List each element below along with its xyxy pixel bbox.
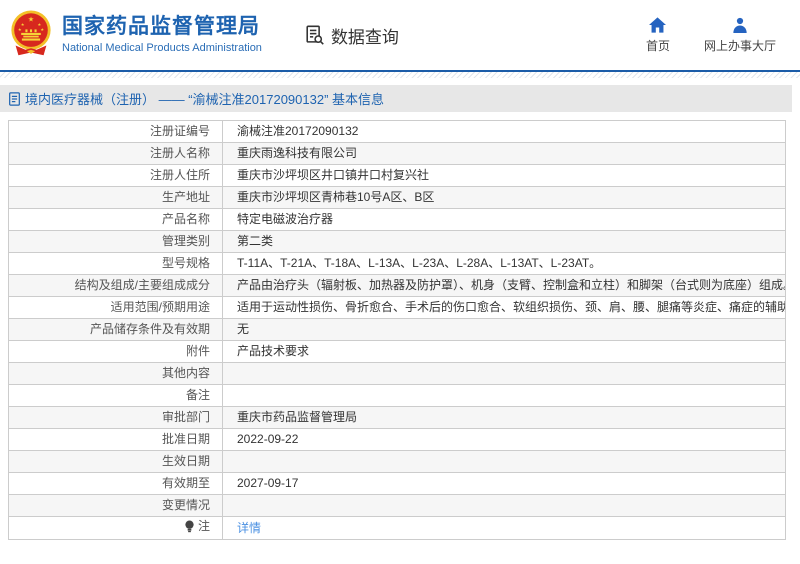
row-value: 重庆雨逸科技有限公司 bbox=[222, 142, 786, 165]
home-icon bbox=[649, 16, 667, 33]
breadcrumb-text: 境内医疗器械（注册） —— “渝械注准20172090132” 基本信息 bbox=[25, 92, 385, 107]
table-row: 有效期至 2027-09-17 bbox=[8, 472, 786, 495]
row-label: 产品名称 bbox=[8, 208, 223, 231]
site-title: 国家药品监督管理局 bbox=[62, 15, 260, 39]
table-row: 注册人名称 重庆雨逸科技有限公司 bbox=[8, 142, 786, 165]
row-value: 2022-09-22 bbox=[222, 428, 786, 451]
row-value-note: 详情 bbox=[222, 516, 786, 540]
row-label: 型号规格 bbox=[8, 252, 223, 275]
person-icon bbox=[733, 17, 747, 33]
table-row: 管理类别 第二类 bbox=[8, 230, 786, 253]
row-label-note: 注 bbox=[8, 516, 223, 540]
svg-text:★: ★ bbox=[28, 16, 34, 24]
table-row: 型号规格 T-11A、T-21A、T-18A、L-13A、L-23A、L-28A、… bbox=[8, 252, 786, 275]
document-search-icon bbox=[306, 25, 324, 45]
table-row: 生效日期 bbox=[8, 450, 786, 473]
row-value: 渝械注准20172090132 bbox=[222, 120, 786, 143]
row-value: T-11A、T-21A、T-18A、L-13A、L-23A、L-28A、L-13… bbox=[222, 252, 786, 275]
row-label: 结构及组成/主要组成成分 bbox=[8, 274, 223, 297]
table-row: 适用范围/预期用途 适用于运动性损伤、骨折愈合、手术后的伤口愈合、软组织损伤、颈、… bbox=[8, 296, 786, 319]
row-label: 生产地址 bbox=[8, 186, 223, 209]
nav-item-home[interactable]: 首页 bbox=[645, 16, 670, 54]
table-row: 产品储存条件及有效期无 bbox=[8, 318, 786, 341]
row-value: 产品技术要求 bbox=[222, 340, 786, 363]
table-row: 产品名称 特定电磁波治疗器 bbox=[8, 208, 786, 231]
table-row: 附件 产品技术要求 bbox=[8, 340, 786, 363]
row-label: 注册人名称 bbox=[8, 142, 223, 165]
table-row: 备注 bbox=[8, 384, 786, 407]
row-label: 备注 bbox=[8, 384, 223, 407]
table-row: 注册人住所 重庆市沙坪坝区井口镇井口村复兴社 bbox=[8, 164, 786, 187]
row-label: 注册证编号 bbox=[8, 120, 223, 143]
nav-item-service-hall[interactable]: 网上办事大厅 bbox=[704, 17, 776, 54]
breadcrumb: 境内医疗器械（注册） —— “渝械注准20172090132” 基本信息 bbox=[0, 85, 792, 112]
row-label: 适用范围/预期用途 bbox=[8, 296, 223, 319]
row-value: 重庆市沙坪坝区井口镇井口村复兴社 bbox=[222, 164, 786, 187]
row-label: 管理类别 bbox=[8, 230, 223, 253]
svg-text:★: ★ bbox=[18, 27, 22, 32]
row-label: 变更情况 bbox=[8, 494, 223, 517]
document-icon bbox=[9, 91, 20, 106]
row-label: 注册人住所 bbox=[8, 164, 223, 187]
row-label: 其他内容 bbox=[8, 362, 223, 385]
detail-link[interactable]: 详情 bbox=[237, 521, 261, 535]
nav-item-label: 首页 bbox=[645, 38, 670, 53]
row-value: 适用于运动性损伤、骨折愈合、手术后的伤口愈合、软组织损伤、颈、肩、腰、腿痛等炎症… bbox=[222, 296, 786, 319]
row-label: 有效期至 bbox=[8, 472, 223, 495]
row-label: 生效日期 bbox=[8, 450, 223, 473]
row-label: 批准日期 bbox=[8, 428, 223, 451]
svg-text:★: ★ bbox=[40, 27, 44, 32]
national-emblem-icon: ★ ★ ★ ★ ★ bbox=[11, 10, 51, 56]
lightbulb-icon bbox=[185, 520, 194, 533]
row-value: 无 bbox=[222, 318, 786, 341]
data-query-label: 数据查询 bbox=[330, 27, 399, 47]
row-value bbox=[222, 384, 786, 407]
row-value bbox=[222, 362, 786, 385]
table-row: 结构及组成/主要组成成分 产品由治疗头（辐射板、加热器及防护罩）、机身（支臂、控制… bbox=[8, 274, 786, 297]
header-nav: 首页 网上办事大厅 bbox=[645, 16, 786, 54]
row-value: 重庆市沙坪坝区青柿巷10号A区、B区 bbox=[222, 186, 786, 209]
row-value bbox=[222, 450, 786, 473]
row-value: 第二类 bbox=[222, 230, 786, 253]
row-value: 重庆市药品监督管理局 bbox=[222, 406, 786, 429]
row-value bbox=[222, 494, 786, 517]
row-label: 审批部门 bbox=[8, 406, 223, 429]
table-row: 批准日期 2022-09-22 bbox=[8, 428, 786, 451]
nmpa-logo: ★ ★ ★ ★ ★ 国家药品监督管理局 National Medical Pro… bbox=[10, 9, 262, 61]
row-label: 附件 bbox=[8, 340, 223, 363]
site-subtitle: National Medical Products Administration bbox=[62, 42, 262, 55]
data-query-tab[interactable]: 数据查询 bbox=[304, 23, 399, 48]
table-row: 注 详情 bbox=[8, 516, 786, 540]
table-row: 其他内容 bbox=[8, 362, 786, 385]
note-label: 注 bbox=[197, 519, 210, 533]
registration-info-table: 注册证编号 渝械注准20172090132 注册人名称 重庆雨逸科技有限公司 注册人… bbox=[8, 120, 786, 540]
row-value: 产品由治疗头（辐射板、加热器及防护罩）、机身（支臂、控制盒和立柱）和脚架（台式则… bbox=[222, 274, 786, 297]
nav-item-label: 网上办事大厅 bbox=[703, 38, 776, 53]
table-row: 注册证编号 渝械注准20172090132 bbox=[8, 120, 786, 143]
row-label: 产品储存条件及有效期 bbox=[8, 318, 223, 341]
row-value: 2027-09-17 bbox=[222, 472, 786, 495]
header-divider bbox=[0, 72, 800, 78]
table-row: 生产地址 重庆市沙坪坝区青柿巷10号A区、B区 bbox=[8, 186, 786, 209]
row-value: 特定电磁波治疗器 bbox=[222, 208, 786, 231]
page-header: ★ ★ ★ ★ ★ 国家药品监督管理局 National Medical Pro… bbox=[0, 0, 800, 72]
table-row: 变更情况 bbox=[8, 494, 786, 517]
table-row: 审批部门 重庆市药品监督管理局 bbox=[8, 406, 786, 429]
